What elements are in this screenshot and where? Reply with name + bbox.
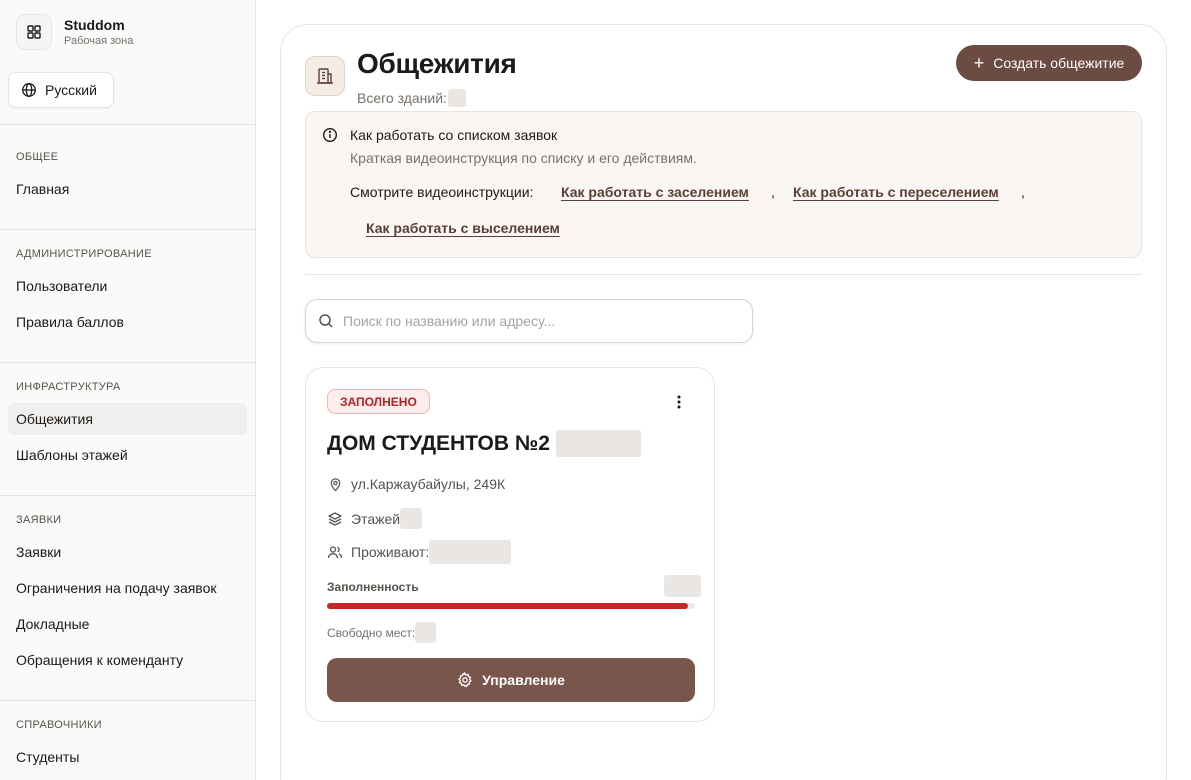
redacted-value xyxy=(415,622,437,643)
dormitory-address: ул.Каржаубайулы, 249К xyxy=(327,476,505,492)
sidebar-item-request-limits[interactable]: Ограничения на подачу заявок xyxy=(8,572,247,604)
language-label: Русский xyxy=(45,82,97,98)
search-icon xyxy=(318,313,334,329)
sidebar-item-score-rules[interactable]: Правила баллов xyxy=(8,306,247,338)
layers-icon xyxy=(327,511,343,527)
sidebar-item-dormitories[interactable]: Общежития xyxy=(8,403,247,435)
occupancy-label: Заполненность xyxy=(327,580,419,594)
redacted-value xyxy=(400,508,423,529)
status-badge: ЗАПОЛНЕНО xyxy=(327,389,430,414)
gear-icon xyxy=(457,672,473,688)
create-dormitory-button[interactable]: + Создать общежитие xyxy=(956,45,1142,81)
link-separator: , xyxy=(1021,184,1025,200)
sidebar-item-requests[interactable]: Заявки xyxy=(8,536,247,568)
dormitory-name: ДОМ СТУДЕНТОВ №2 xyxy=(327,430,641,457)
sidebar-divider xyxy=(0,700,255,701)
info-description: Краткая видеоинструкция по списку и его … xyxy=(350,150,697,166)
link-resettlement[interactable]: Как работать с переселением xyxy=(793,184,999,200)
link-settlement[interactable]: Как работать с заселением xyxy=(561,184,749,200)
sidebar-divider xyxy=(0,362,255,363)
section-divider xyxy=(305,274,1142,275)
section-title-directories: СПРАВОЧНИКИ xyxy=(16,719,102,731)
plus-icon: + xyxy=(973,53,985,73)
sidebar-item-reports[interactable]: Докладные xyxy=(8,608,247,640)
redacted-value xyxy=(555,430,641,457)
total-buildings-label: Всего зданий: xyxy=(357,90,447,106)
floors-label: Этажей xyxy=(351,510,401,527)
free-places: Свободно мест: xyxy=(327,622,437,643)
section-title-general: ОБЩЕЕ xyxy=(16,151,59,163)
redacted-value xyxy=(664,575,701,597)
manage-label: Управление xyxy=(482,672,565,688)
grid-icon xyxy=(16,14,52,50)
sidebar-item-commandant-appeals[interactable]: Обращения к коменданту xyxy=(8,644,247,676)
app-subtitle: Рабочая зона xyxy=(64,35,134,47)
search-box xyxy=(305,299,753,343)
section-title-requests: ЗАЯВКИ xyxy=(16,514,62,526)
brand[interactable]: Studdom Рабочая зона xyxy=(16,14,133,50)
dormitory-name-text: ДОМ СТУДЕНТОВ №2 xyxy=(327,431,550,455)
globe-icon xyxy=(21,82,37,98)
dormitory-floors: Этажей xyxy=(327,508,423,529)
section-title-infrastructure: ИНФРАСТРУКТУРА xyxy=(16,381,121,393)
link-separator: , xyxy=(771,184,775,200)
redacted-value xyxy=(447,89,466,107)
page-title: Общежития xyxy=(357,48,517,79)
video-links-label: Смотрите видеоинструкции: xyxy=(350,184,534,200)
sidebar: Studdom Рабочая зона Русский ОБЩЕЕ Главн… xyxy=(0,0,256,780)
manage-button[interactable]: Управление xyxy=(327,658,695,702)
dormitory-residents: Проживают: xyxy=(327,540,512,564)
residents-label: Проживают: xyxy=(351,544,430,560)
info-panel: Как работать со списком заявок Краткая в… xyxy=(305,111,1142,258)
occupancy-bar-fill xyxy=(327,603,688,609)
sidebar-item-floor-templates[interactable]: Шаблоны этажей xyxy=(8,439,247,471)
more-vertical-icon[interactable] xyxy=(670,392,688,412)
sidebar-item-home[interactable]: Главная xyxy=(8,173,247,205)
sidebar-divider xyxy=(0,229,255,230)
section-title-administration: АДМИНИСТРИРОВАНИЕ xyxy=(16,248,152,260)
total-buildings: Всего зданий: xyxy=(357,89,466,107)
address-text: ул.Каржаубайулы, 249К xyxy=(351,476,506,492)
link-eviction[interactable]: Как работать с выселением xyxy=(366,220,560,236)
info-icon xyxy=(322,127,338,148)
app-name: Studdom xyxy=(64,17,125,33)
occupancy-bar xyxy=(327,603,695,609)
map-pin-icon xyxy=(327,476,343,492)
redacted-value xyxy=(429,540,512,564)
sidebar-item-students[interactable]: Студенты xyxy=(8,741,247,773)
free-places-label: Свободно мест: xyxy=(327,625,416,640)
sidebar-item-users[interactable]: Пользователи xyxy=(8,270,247,302)
sidebar-divider xyxy=(0,124,255,125)
sidebar-divider xyxy=(0,495,255,496)
info-title: Как работать со списком заявок xyxy=(350,127,558,143)
dormitory-card: ЗАПОЛНЕНО ДОМ СТУДЕНТОВ №2 ул.Каржаубайу… xyxy=(305,367,715,722)
users-icon xyxy=(327,544,343,560)
language-button[interactable]: Русский xyxy=(8,72,114,108)
create-dormitory-label: Создать общежитие xyxy=(993,55,1125,71)
building-icon xyxy=(305,56,345,96)
search-input[interactable] xyxy=(343,313,723,329)
